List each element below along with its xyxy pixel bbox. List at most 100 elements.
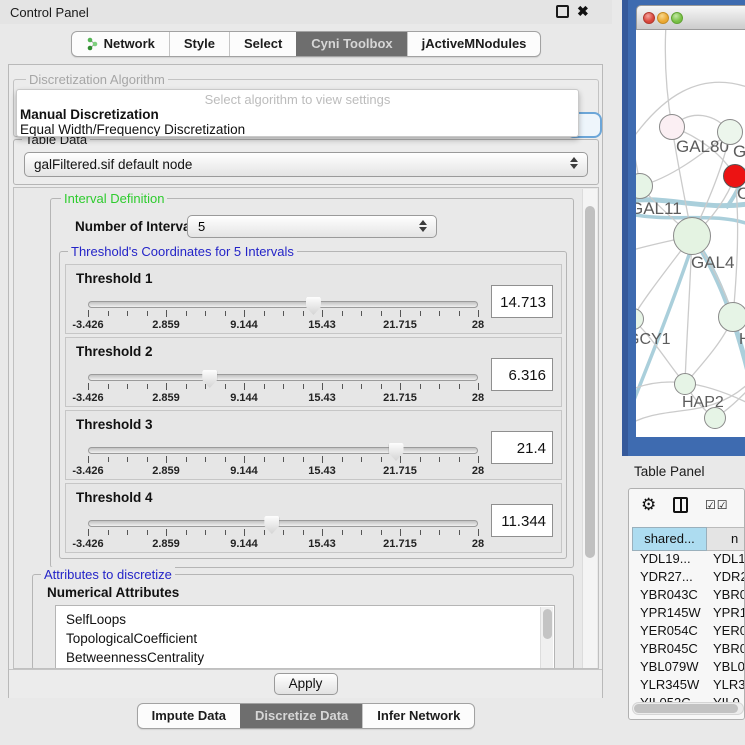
top-tabbar: Network Style SelectCyni ToolboxjActiveMNo… <box>0 31 612 57</box>
close-traffic-light-icon[interactable] <box>643 12 655 24</box>
control-panel-titlebar: Control Panel ✖ <box>0 0 612 24</box>
table-row[interactable]: YBR045CYBR0 <box>632 641 745 659</box>
threshold-value-field[interactable]: 11.344 <box>491 504 553 537</box>
thresholds-group: Threshold's Coordinates for 5 Intervals … <box>59 251 567 559</box>
panel-scrollbar-thumb[interactable] <box>585 206 595 558</box>
slider-tick-labels: -3.4262.8599.14415.4321.71528 <box>88 465 478 477</box>
tick-mark <box>381 530 382 535</box>
tab-network[interactable]: Network <box>72 32 169 56</box>
tab-jactivemnodules[interactable]: jActiveMNodules <box>407 32 541 56</box>
tick-label: -3.426 <box>72 392 103 404</box>
column-header-name[interactable]: n <box>707 527 745 551</box>
network-node-gal4[interactable] <box>673 217 711 255</box>
table-row[interactable]: YBL079WYBL0 <box>632 659 745 677</box>
network-canvas[interactable]: GAL80GACGAL11GAL4GCY1HHAP2 <box>636 30 745 437</box>
network-node-label: H <box>739 331 745 349</box>
network-node-hap2[interactable] <box>674 373 696 395</box>
threshold-value-field[interactable]: 14.713 <box>491 285 553 318</box>
tick-label: 9.144 <box>230 392 258 404</box>
cell-name: YBL0 <box>707 659 745 677</box>
float-window-icon[interactable] <box>556 5 569 18</box>
tick-mark <box>186 311 187 316</box>
list-scrollbar[interactable] <box>540 607 553 669</box>
tick-mark <box>420 384 421 389</box>
apply-button[interactable]: Apply <box>274 673 338 695</box>
threshold-value-field[interactable]: 6.316 <box>491 358 553 391</box>
tick-mark <box>478 529 479 536</box>
threshold-panel: Threshold 4-3.4262.8599.14415.4321.71528… <box>65 483 562 553</box>
tick-label: 21.715 <box>383 392 417 404</box>
tab-cyni-toolbox[interactable]: Cyni Toolbox <box>296 32 406 56</box>
slider-track[interactable] <box>88 301 478 308</box>
panel-scrollbar[interactable] <box>582 189 597 669</box>
tick-mark <box>459 384 460 389</box>
tab-style[interactable]: Style <box>169 32 229 56</box>
table-hscrollbar-thumb[interactable] <box>634 704 738 713</box>
tick-label: -3.426 <box>72 538 103 550</box>
threshold-value-field[interactable]: 21.4 <box>491 431 553 464</box>
attribute-item[interactable]: TopologicalCoefficient <box>66 629 554 648</box>
columns-icon[interactable] <box>673 497 688 513</box>
tick-mark <box>166 529 167 536</box>
attribute-item[interactable]: BetweennessCentrality <box>66 648 554 667</box>
tick-mark <box>244 383 245 390</box>
combobox-stepper-icon <box>570 157 578 169</box>
tick-mark <box>127 384 128 389</box>
algorithm-option[interactable]: Equal Width/Frequency Discretization <box>17 122 578 137</box>
table-hscrollbar[interactable] <box>632 702 744 715</box>
gear-icon[interactable]: ⚙ <box>641 495 656 515</box>
bottom-tab-infer-network[interactable]: Infer Network <box>362 704 474 728</box>
table-row[interactable]: YDL19...YDL1 <box>632 551 745 569</box>
table-row[interactable]: YLR345WYLR3 <box>632 677 745 695</box>
network-node[interactable] <box>704 407 726 429</box>
algorithm-option[interactable]: Manual Discretization <box>17 107 578 122</box>
tick-mark <box>88 456 89 463</box>
minimize-traffic-light-icon[interactable] <box>657 12 669 24</box>
bottom-tab-discretize-data[interactable]: Discretize Data <box>240 704 362 728</box>
number-of-intervals-value: 5 <box>198 219 205 234</box>
table-row[interactable]: YER054CYER0 <box>632 623 745 641</box>
threshold-panel: Threshold 1-3.4262.8599.14415.4321.71528… <box>65 264 562 334</box>
network-node-label: GAL11 <box>636 199 682 219</box>
close-icon[interactable]: ✖ <box>577 3 589 20</box>
table-row[interactable]: YDR27...YDR2 <box>632 569 745 587</box>
cell-name: YDL1 <box>707 551 745 569</box>
number-of-intervals-combobox[interactable]: 5 <box>187 215 437 238</box>
tick-mark <box>400 310 401 317</box>
network-node-h[interactable] <box>718 302 745 332</box>
zoom-traffic-light-icon[interactable] <box>671 12 683 24</box>
numerical-attributes-label: Numerical Attributes <box>47 585 179 600</box>
cell-shared-name: YER054C <box>632 623 707 641</box>
threshold-slider: -3.4262.8599.14415.4321.71528 <box>88 520 478 550</box>
attribute-item[interactable]: SelfLoops <box>66 610 554 629</box>
slider-track[interactable] <box>88 520 478 527</box>
tick-mark <box>264 457 265 462</box>
tick-label: 21.715 <box>383 319 417 331</box>
tab-select[interactable]: Select <box>229 32 296 56</box>
tick-label: 15.43 <box>308 319 336 331</box>
slider-track[interactable] <box>88 374 478 381</box>
tick-mark <box>303 530 304 535</box>
tick-mark <box>342 457 343 462</box>
cell-name: YLR3 <box>707 677 745 695</box>
interval-definition-group: Interval Definition Number of Intervals … <box>50 198 574 568</box>
algorithm-dropdown-prompt: Select algorithm to view settings <box>17 92 578 107</box>
tick-label: 9.144 <box>230 538 258 550</box>
number-of-intervals-label: Number of Intervals <box>75 219 202 234</box>
table-data-combobox[interactable]: galFiltered.sif default node <box>24 152 588 177</box>
list-scrollbar-thumb[interactable] <box>543 609 552 639</box>
select-columns-checkboxes-icon[interactable]: ☑☑ <box>705 498 729 512</box>
tab-label: Style <box>184 32 215 56</box>
column-header-shared-name[interactable]: shared... <box>632 527 707 551</box>
slider-track[interactable] <box>88 447 478 454</box>
table-header: shared... n <box>632 527 745 551</box>
bottom-tab-impute-data[interactable]: Impute Data <box>138 704 240 728</box>
table-row[interactable]: YPR145WYPR1 <box>632 605 745 623</box>
network-node-label: C <box>737 184 745 204</box>
tick-mark <box>478 456 479 463</box>
tick-label: 21.715 <box>383 465 417 477</box>
tick-mark <box>342 311 343 316</box>
table-row[interactable]: YBR043CYBR0 <box>632 587 745 605</box>
tick-label: 15.43 <box>308 465 336 477</box>
numerical-attributes-list[interactable]: SelfLoopsTopologicalCoefficientBetweenne… <box>55 605 555 669</box>
